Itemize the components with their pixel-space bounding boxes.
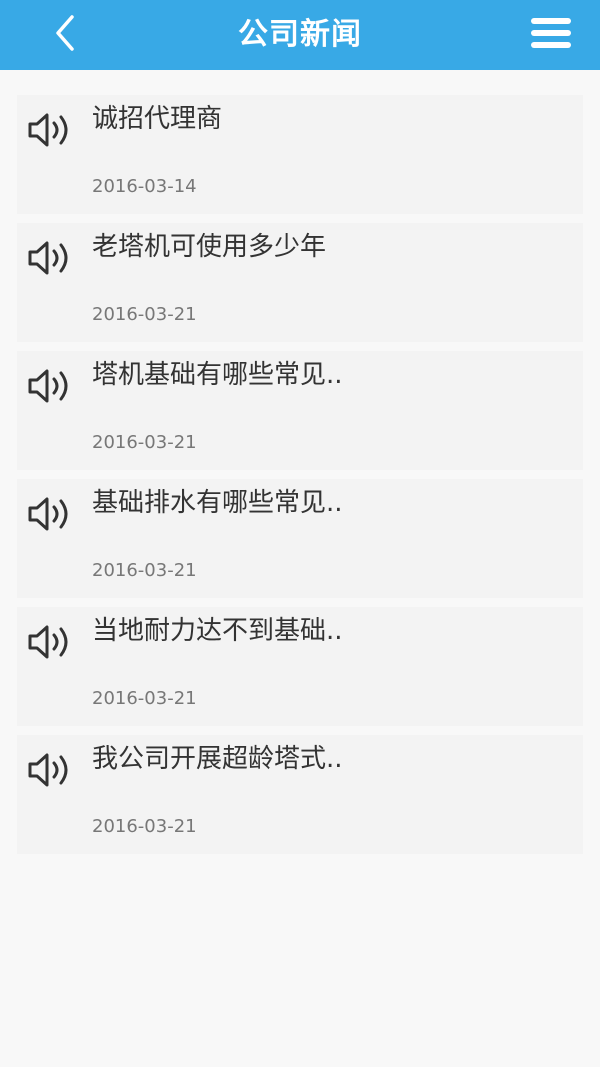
news-item[interactable]: 基础排水有哪些常见.. 2016-03-21 <box>17 479 583 598</box>
news-title: 塔机基础有哪些常见.. <box>92 360 343 390</box>
news-date: 2016-03-21 <box>92 560 197 581</box>
news-list: 诚招代理商 2016-03-14 老塔机可使用多少年 2016-03-21 塔机… <box>17 95 583 863</box>
news-title: 老塔机可使用多少年 <box>92 232 327 262</box>
speaker-icon <box>27 621 77 663</box>
speaker-icon <box>27 493 77 535</box>
news-item[interactable]: 当地耐力达不到基础.. 2016-03-21 <box>17 607 583 726</box>
chevron-left-icon <box>52 13 78 57</box>
news-title: 我公司开展超龄塔式.. <box>92 744 343 774</box>
menu-button[interactable] <box>526 14 576 56</box>
news-title: 诚招代理商 <box>92 104 223 134</box>
speaker-icon <box>27 109 77 151</box>
news-item[interactable]: 我公司开展超龄塔式.. 2016-03-21 <box>17 735 583 854</box>
news-date: 2016-03-21 <box>92 688 197 709</box>
news-item[interactable]: 诚招代理商 2016-03-14 <box>17 95 583 214</box>
back-button[interactable] <box>40 10 90 60</box>
news-date: 2016-03-21 <box>92 816 197 837</box>
news-date: 2016-03-21 <box>92 304 197 325</box>
news-item[interactable]: 塔机基础有哪些常见.. 2016-03-21 <box>17 351 583 470</box>
page-title: 公司新闻 <box>238 17 362 52</box>
news-item[interactable]: 老塔机可使用多少年 2016-03-21 <box>17 223 583 342</box>
news-title: 基础排水有哪些常见.. <box>92 488 343 518</box>
news-date: 2016-03-14 <box>92 176 197 197</box>
speaker-icon <box>27 749 77 791</box>
hamburger-menu-icon <box>531 17 571 53</box>
news-date: 2016-03-21 <box>92 432 197 453</box>
speaker-icon <box>27 237 77 279</box>
app-header: 公司新闻 <box>0 0 600 70</box>
news-title: 当地耐力达不到基础.. <box>92 616 343 646</box>
speaker-icon <box>27 365 77 407</box>
